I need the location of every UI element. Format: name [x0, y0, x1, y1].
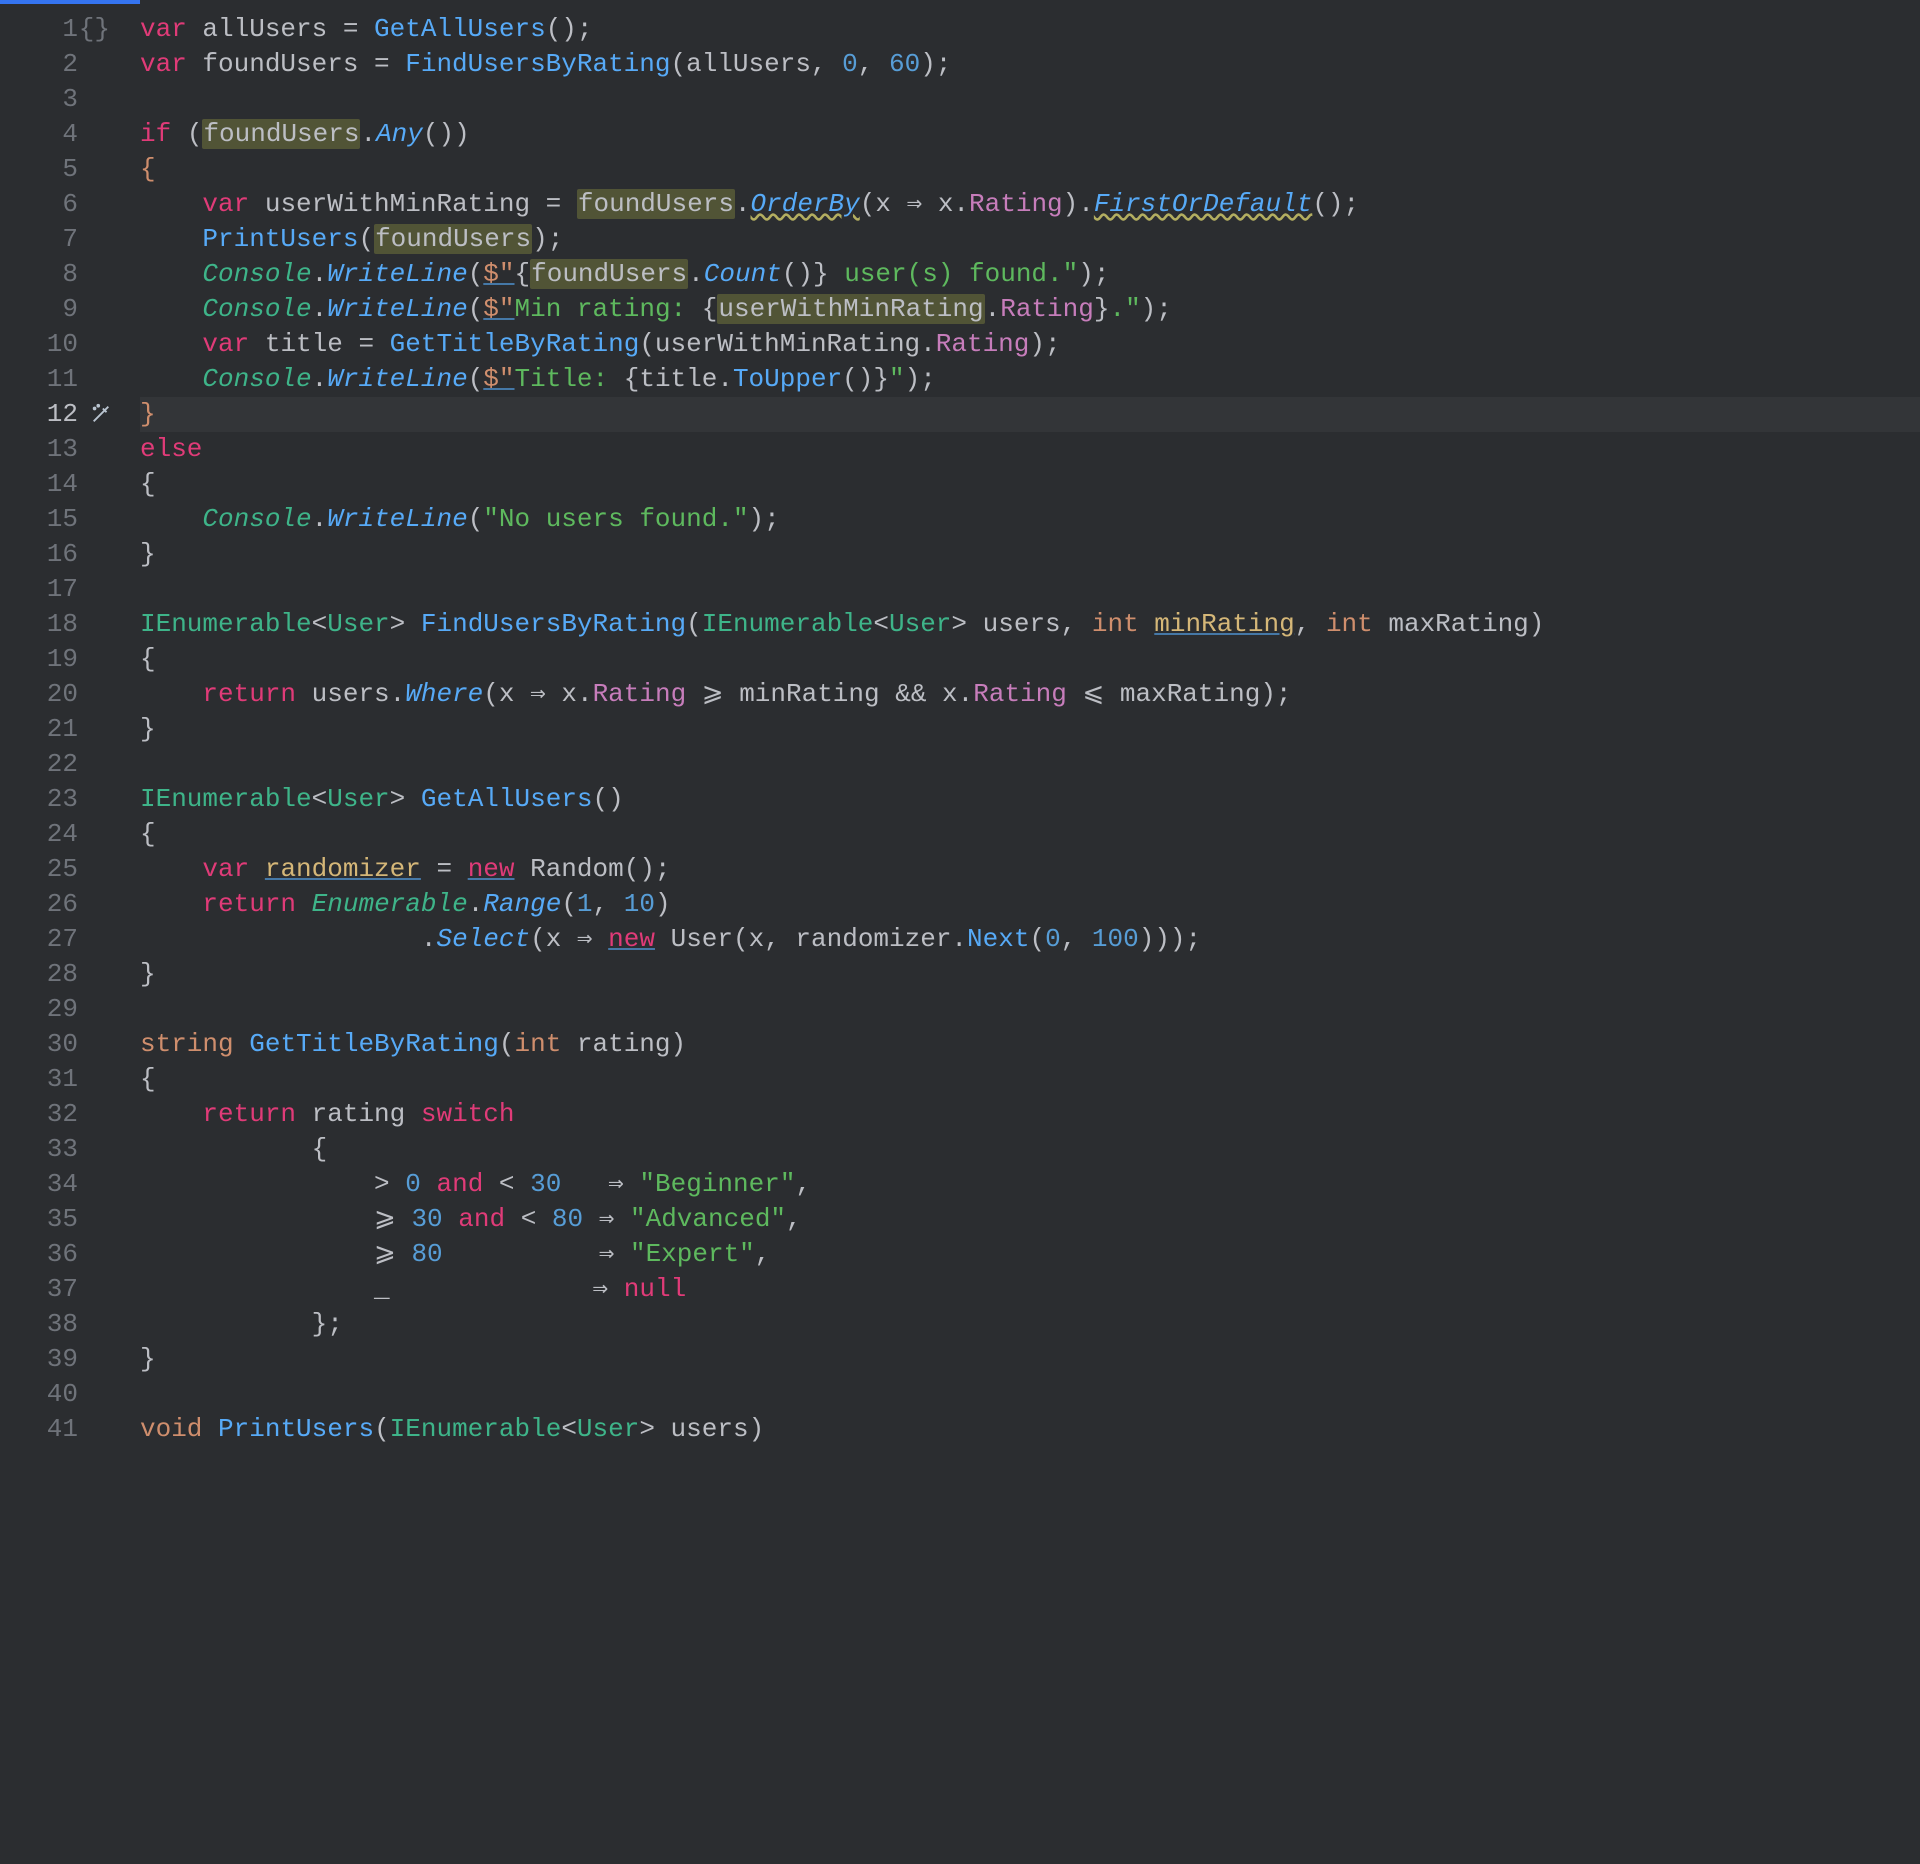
code-line: var foundUsers = FindUsersByRating(allUs…: [140, 47, 1920, 82]
line-number[interactable]: 27: [0, 922, 78, 957]
line-number[interactable]: 26: [0, 887, 78, 922]
code-line: var randomizer = new Random();: [140, 852, 1920, 887]
code-line: string GetTitleByRating(int rating): [140, 1027, 1920, 1062]
code-line: Console.WriteLine($"Title: {title.ToUppe…: [140, 362, 1920, 397]
code-line: .Select(x ⇒ new User(x, randomizer.Next(…: [140, 922, 1920, 957]
code-line: > 0 and < 30 ⇒ "Beginner",: [140, 1167, 1920, 1202]
line-number[interactable]: 7: [0, 222, 78, 257]
line-number[interactable]: 32: [0, 1097, 78, 1132]
line-number[interactable]: 18: [0, 607, 78, 642]
line-number[interactable]: 22: [0, 747, 78, 782]
code-line: [140, 992, 1920, 1027]
code-line: IEnumerable<User> GetAllUsers(): [140, 782, 1920, 817]
line-number[interactable]: 14: [0, 467, 78, 502]
code-line: PrintUsers(foundUsers);: [140, 222, 1920, 257]
code-line: [140, 747, 1920, 782]
line-number[interactable]: 29: [0, 992, 78, 1027]
code-line: [140, 572, 1920, 607]
code-line: Console.WriteLine($"{foundUsers.Count()}…: [140, 257, 1920, 292]
code-line: else: [140, 432, 1920, 467]
line-number[interactable]: 20: [0, 677, 78, 712]
code-line: }: [140, 537, 1920, 572]
line-number[interactable]: 3: [0, 82, 78, 117]
code-area[interactable]: var allUsers = GetAllUsers(); var foundU…: [90, 0, 1920, 1864]
code-line: {: [140, 467, 1920, 502]
code-line: };: [140, 1307, 1920, 1342]
code-line: Console.WriteLine($"Min rating: {userWit…: [140, 292, 1920, 327]
code-line: {: [140, 1062, 1920, 1097]
code-line: {: [140, 1132, 1920, 1167]
line-number[interactable]: 12: [0, 397, 78, 432]
code-line: return rating switch: [140, 1097, 1920, 1132]
line-number[interactable]: 23: [0, 782, 78, 817]
line-number[interactable]: 41: [0, 1412, 78, 1447]
code-line: }: [140, 712, 1920, 747]
line-number[interactable]: 9: [0, 292, 78, 327]
line-number[interactable]: 33: [0, 1132, 78, 1167]
line-number[interactable]: 2: [0, 47, 78, 82]
code-line: {: [140, 642, 1920, 677]
line-number[interactable]: 28: [0, 957, 78, 992]
line-number[interactable]: 4: [0, 117, 78, 152]
line-number[interactable]: 25: [0, 852, 78, 887]
line-number[interactable]: 39: [0, 1342, 78, 1377]
code-line: IEnumerable<User> FindUsersByRating(IEnu…: [140, 607, 1920, 642]
line-number[interactable]: 6: [0, 187, 78, 222]
code-line: var userWithMinRating = foundUsers.Order…: [140, 187, 1920, 222]
code-line: }: [140, 397, 1920, 432]
line-number[interactable]: 34: [0, 1167, 78, 1202]
line-number[interactable]: 8: [0, 257, 78, 292]
line-number[interactable]: 1{}: [0, 12, 78, 47]
code-line: _ ⇒ null: [140, 1272, 1920, 1307]
code-line: return Enumerable.Range(1, 10): [140, 887, 1920, 922]
code-line: [140, 82, 1920, 117]
line-number[interactable]: 24: [0, 817, 78, 852]
line-number[interactable]: 21: [0, 712, 78, 747]
line-number[interactable]: 31: [0, 1062, 78, 1097]
line-number[interactable]: 37: [0, 1272, 78, 1307]
code-line: Console.WriteLine("No users found.");: [140, 502, 1920, 537]
code-line: {: [140, 817, 1920, 852]
line-number[interactable]: 35: [0, 1202, 78, 1237]
line-number[interactable]: 11: [0, 362, 78, 397]
line-number[interactable]: 17: [0, 572, 78, 607]
line-number[interactable]: 13: [0, 432, 78, 467]
code-line: }: [140, 957, 1920, 992]
code-line: var allUsers = GetAllUsers();: [140, 12, 1920, 47]
line-number[interactable]: 16: [0, 537, 78, 572]
code-line: ⩾ 80 ⇒ "Expert",: [140, 1237, 1920, 1272]
code-line: var title = GetTitleByRating(userWithMin…: [140, 327, 1920, 362]
line-number[interactable]: 15: [0, 502, 78, 537]
code-line: {: [140, 152, 1920, 187]
code-line: }: [140, 1342, 1920, 1377]
line-number-gutter[interactable]: 1{} 2 3 4 5 6 7 8 9 10 11 12 13 14 15 16…: [0, 0, 90, 1864]
code-line: void PrintUsers(IEnumerable<User> users): [140, 1412, 1920, 1447]
code-line: ⩾ 30 and < 80 ⇒ "Advanced",: [140, 1202, 1920, 1237]
code-line: if (foundUsers.Any()): [140, 117, 1920, 152]
line-number[interactable]: 40: [0, 1377, 78, 1412]
code-editor[interactable]: 1{} 2 3 4 5 6 7 8 9 10 11 12 13 14 15 16…: [0, 0, 1920, 1864]
line-number[interactable]: 10: [0, 327, 78, 362]
line-number[interactable]: 30: [0, 1027, 78, 1062]
line-number[interactable]: 5: [0, 152, 78, 187]
line-number[interactable]: 19: [0, 642, 78, 677]
code-line: [140, 1377, 1920, 1412]
line-number[interactable]: 36: [0, 1237, 78, 1272]
code-line: return users.Where(x ⇒ x.Rating ⩾ minRat…: [140, 677, 1920, 712]
line-number[interactable]: 38: [0, 1307, 78, 1342]
